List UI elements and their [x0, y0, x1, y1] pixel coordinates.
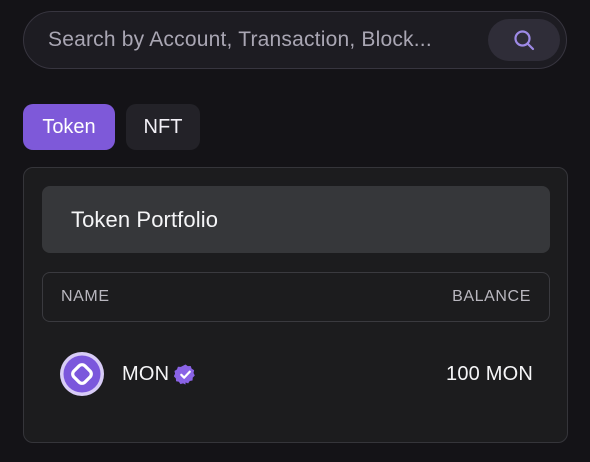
search-button[interactable]	[488, 19, 560, 61]
token-cell: MON	[60, 352, 197, 396]
token-name: MON	[122, 362, 170, 385]
portfolio-title: Token Portfolio	[71, 206, 219, 232]
verified-badge-icon	[174, 363, 196, 385]
tab-nft[interactable]: NFT	[126, 104, 200, 150]
token-balance: 100 MON	[446, 362, 533, 385]
search-input[interactable]	[24, 12, 488, 68]
search-bar	[23, 11, 567, 69]
search-icon	[514, 30, 535, 51]
tab-bar: Token NFT	[23, 104, 200, 150]
tab-token[interactable]: Token	[23, 104, 115, 150]
column-header-name: NAME	[61, 288, 110, 305]
portfolio-header: Token Portfolio	[42, 186, 550, 253]
monad-logo-icon	[60, 352, 104, 396]
token-portfolio-panel: Token Portfolio NAME BALANCE MON 100 MON	[23, 167, 568, 443]
table-header: NAME BALANCE	[42, 272, 550, 322]
column-header-balance: BALANCE	[452, 288, 531, 305]
table-row[interactable]: MON 100 MON	[42, 346, 550, 402]
